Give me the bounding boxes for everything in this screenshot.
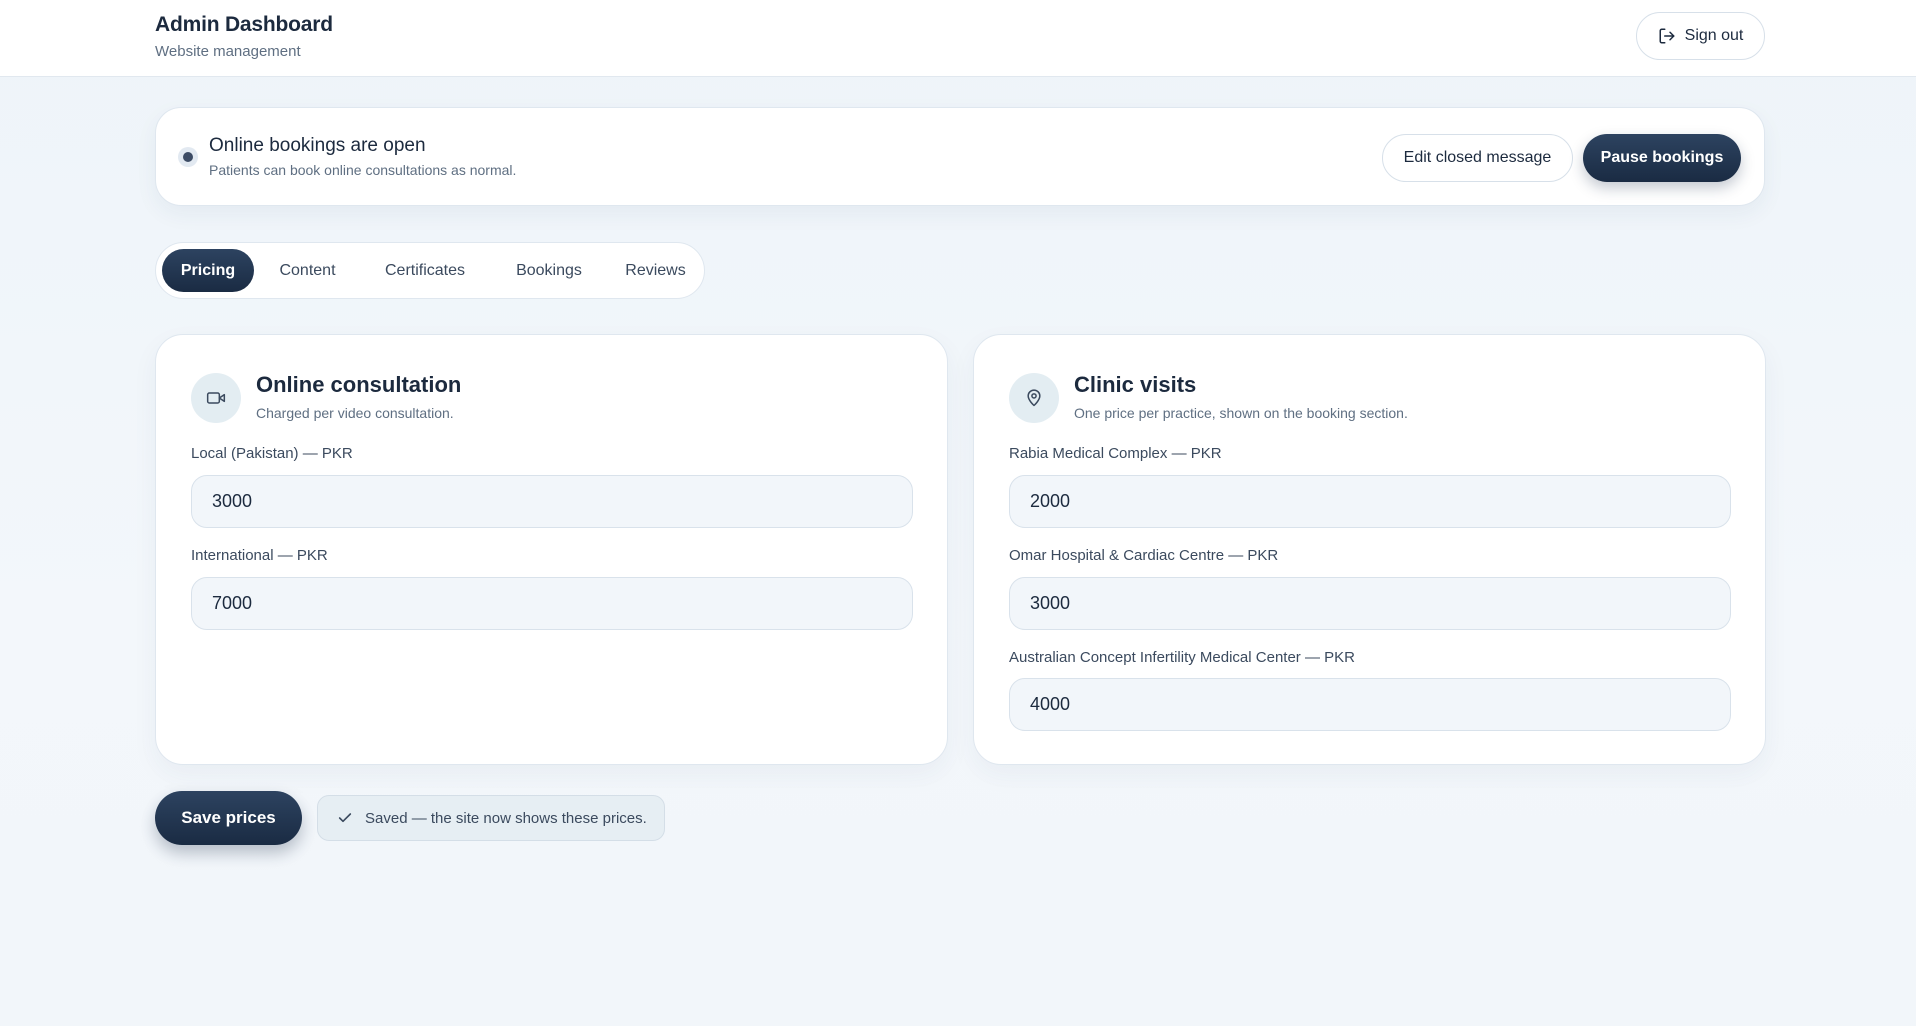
- local-price-input[interactable]: [191, 475, 913, 528]
- local-price-label: Local (Pakistan) — PKR: [191, 445, 353, 462]
- online-consultation-card: Online consultation Charged per video co…: [155, 334, 948, 765]
- clinic-visits-title: Clinic visits: [1074, 372, 1197, 397]
- clinic-visits-subtitle: One price per practice, shown on the boo…: [1074, 405, 1408, 421]
- tab-content[interactable]: Content: [259, 249, 356, 292]
- sign-out-button[interactable]: Sign out: [1636, 12, 1765, 60]
- australian-price-input[interactable]: [1009, 678, 1731, 731]
- tab-bar: Pricing Content Certificates Bookings Re…: [155, 242, 705, 299]
- edit-closed-message-button[interactable]: Edit closed message: [1382, 134, 1573, 182]
- check-icon: [338, 813, 352, 823]
- omar-price-label: Omar Hospital & Cardiac Centre — PKR: [1009, 547, 1279, 564]
- rabia-price-label: Rabia Medical Complex — PKR: [1009, 445, 1222, 462]
- tab-bookings[interactable]: Bookings: [494, 249, 604, 292]
- tab-pricing[interactable]: Pricing: [162, 249, 254, 292]
- booking-status-title: Online bookings are open: [209, 135, 426, 156]
- pause-bookings-button[interactable]: Pause bookings: [1583, 134, 1741, 182]
- app-title: Admin Dashboard: [155, 13, 333, 36]
- save-prices-button[interactable]: Save prices: [155, 791, 302, 845]
- international-price-input[interactable]: [191, 577, 913, 630]
- online-consultation-title: Online consultation: [256, 372, 462, 397]
- app-subtitle: Website management: [155, 43, 301, 60]
- australian-price-label: Australian Concept Infertility Medical C…: [1009, 649, 1355, 666]
- international-price-label: International — PKR: [191, 547, 328, 564]
- tab-certificates[interactable]: Certificates: [361, 249, 489, 292]
- sign-out-icon: [1659, 28, 1675, 44]
- online-consultation-subtitle: Charged per video consultation.: [256, 405, 454, 421]
- booking-status-subtitle: Patients can book online consultations a…: [209, 162, 517, 178]
- video-icon: [191, 373, 241, 423]
- top-bar: Admin Dashboard Website management Sign …: [0, 0, 1916, 77]
- saved-message: Saved — the site now shows these prices.: [365, 809, 647, 827]
- booking-status-card: Online bookings are open Patients can bo…: [155, 107, 1765, 206]
- map-pin-icon: [1009, 373, 1059, 423]
- rabia-price-input[interactable]: [1009, 475, 1731, 528]
- saved-confirmation: Saved — the site now shows these prices.: [317, 795, 665, 841]
- sign-out-label: Sign out: [1684, 27, 1744, 44]
- omar-price-input[interactable]: [1009, 577, 1731, 630]
- status-indicator-icon: [178, 147, 198, 167]
- clinic-visits-card: Clinic visits One price per practice, sh…: [973, 334, 1766, 765]
- tab-reviews[interactable]: Reviews: [608, 249, 703, 292]
